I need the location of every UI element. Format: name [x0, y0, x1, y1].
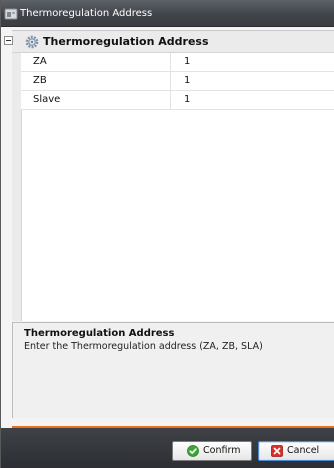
cancel-button[interactable]: Cancel: [258, 441, 334, 461]
property-name: ZA: [21, 53, 171, 71]
confirm-button[interactable]: Confirm: [172, 441, 252, 461]
cancel-label: Cancel: [287, 445, 320, 456]
close-box-icon: [271, 445, 283, 457]
property-name: ZB: [21, 72, 171, 90]
description-text: Enter the Thermoregulation address (ZA, …: [24, 341, 263, 352]
description-panel: Thermoregulation Address Enter the Therm…: [12, 322, 334, 418]
property-value-za[interactable]: 1: [172, 53, 334, 71]
property-value-slave[interactable]: 1: [172, 91, 334, 109]
property-value-zb[interactable]: 1: [172, 72, 334, 90]
property-grid: Thermoregulation Address ZA 1 ZB 1 Slave…: [4, 30, 334, 321]
window-title: Thermoregulation Address: [20, 8, 153, 19]
property-row-slave[interactable]: Slave 1: [21, 91, 334, 110]
category-title: Thermoregulation Address: [43, 35, 209, 48]
confirm-label: Confirm: [203, 445, 241, 456]
app-window-icon: [4, 8, 18, 20]
collapse-minus-icon[interactable]: [4, 36, 13, 45]
title-bar[interactable]: Thermoregulation Address: [1, 0, 334, 27]
button-bar: Confirm Cancel: [1, 428, 334, 468]
gear-icon: [25, 35, 39, 49]
property-row-za[interactable]: ZA 1: [21, 53, 334, 72]
property-row-zb[interactable]: ZB 1: [21, 72, 334, 91]
property-name: Slave: [21, 91, 171, 109]
check-circle-icon: [187, 445, 199, 457]
dialog-window: Thermoregulation Address Thermoregulatio…: [0, 0, 334, 468]
category-row[interactable]: Thermoregulation Address: [4, 31, 334, 53]
description-title: Thermoregulation Address: [24, 328, 175, 339]
